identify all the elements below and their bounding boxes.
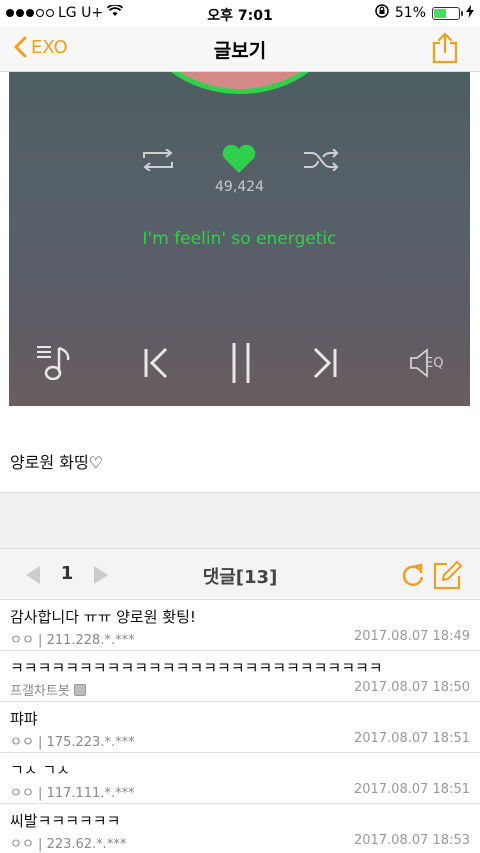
comment-text: 감사합니다 ㅠㅠ 양로원 홧팅! [10, 608, 196, 626]
battery-icon [432, 6, 463, 20]
spacer-area [0, 493, 480, 548]
like-count: 49,424 [215, 179, 264, 195]
share-icon [432, 32, 458, 64]
music-player: 49,424 I'm feelin' so energetic EQ [9, 72, 470, 406]
comment-author: ㅇㅇ | 117.111.*.*** [10, 782, 135, 801]
comment-author: ㅇㅇ | 175.223.*.*** [10, 731, 135, 750]
pause-icon[interactable] [230, 342, 252, 384]
battery-percent: 51% [394, 5, 426, 21]
comment-date: 2017.08.07 18:50 [353, 680, 470, 695]
page-title: 글보기 [213, 40, 267, 62]
status-bar: LG U+ 오후 7:01 51% [0, 0, 480, 26]
comments-header: 1 댓글[13] [0, 548, 480, 600]
comment-date: 2017.08.07 18:51 [353, 731, 470, 746]
comment-date: 2017.08.07 18:53 [353, 833, 470, 848]
charging-icon [466, 4, 474, 22]
previous-icon[interactable] [142, 347, 170, 379]
comment-row[interactable]: 씨발ㅋㅋㅋㅋㅋㅋ ㅇㅇ | 223.62.*.*** 2017.08.07 18:5… [0, 804, 480, 853]
comment-row[interactable]: 감사합니다 ㅠㅠ 양로원 홧팅! ㅇㅇ | 211.228.*.*** 2017.0… [0, 600, 480, 651]
share-button[interactable] [432, 32, 458, 68]
comment-date: 2017.08.07 18:51 [353, 782, 470, 797]
heart-icon[interactable] [221, 144, 257, 174]
album-art [137, 72, 343, 94]
eq-label: EQ [425, 356, 444, 371]
comment-row[interactable]: 퍄퍄 ㅇㅇ | 175.223.*.*** 2017.08.07 18:51 [0, 702, 480, 753]
write-comment-icon[interactable] [433, 560, 463, 590]
repeat-icon[interactable] [140, 149, 176, 171]
status-right: 51% [375, 4, 474, 22]
comment-author-name: ㅇㅇ | 175.223.*.*** [10, 735, 135, 750]
comment-author-name: 프갤차트봇 [10, 684, 70, 699]
next-icon[interactable] [311, 347, 339, 379]
comment-row[interactable]: ㅋㅋㅋㅋㅋㅋㅋㅋㅋㅋㅋㅋㅋㅋㅋㅋㅋㅋㅋㅋㅋㅋㅋㅋㅋㅋㅋ 프갤차트봇 2017.08.… [0, 651, 480, 702]
comment-author-name: ㅇㅇ | 117.111.*.*** [10, 786, 135, 801]
comment-text: 퍄퍄 [10, 710, 38, 728]
comment-row[interactable]: ㄱㅅ ㄱㅅㅇㅇ | 117.111.*.*** 2017.08.07 18:51 [0, 753, 480, 804]
playlist-icon[interactable] [37, 344, 75, 380]
member-badge-icon [73, 683, 86, 696]
refresh-icon[interactable] [401, 562, 425, 588]
lyric-line: I'm feelin' so energetic [142, 229, 337, 249]
rotation-lock-icon [375, 4, 389, 22]
comments-list: 감사합니다 ㅠㅠ 양로원 홧팅! ㅇㅇ | 211.228.*.*** 2017.0… [0, 600, 480, 853]
post-body-text: 양로원 화띵♡ [10, 453, 104, 472]
navigation-bar: EXO 글보기 [0, 26, 480, 72]
comment-author: ㅇㅇ | 211.228.*.*** [10, 629, 135, 648]
comment-text: 씨발ㅋㅋㅋㅋㅋㅋ [10, 812, 121, 830]
comment-author: ㅇㅇ | 223.62.*.*** [10, 833, 126, 852]
shuffle-icon[interactable] [304, 149, 340, 171]
comment-text: ㄱㅅ ㄱㅅ [10, 761, 70, 779]
comment-author: 프갤차트봇 [10, 680, 86, 699]
comment-date: 2017.08.07 18:49 [353, 629, 470, 644]
comment-text: ㅋㅋㅋㅋㅋㅋㅋㅋㅋㅋㅋㅋㅋㅋㅋㅋㅋㅋㅋㅋㅋㅋㅋㅋㅋㅋㅋ [10, 659, 383, 677]
eq-button[interactable]: EQ [409, 348, 449, 378]
comment-author-name: ㅇㅇ | 223.62.*.*** [10, 837, 127, 852]
comment-author-name: ㅇㅇ | 211.228.*.*** [10, 633, 135, 648]
